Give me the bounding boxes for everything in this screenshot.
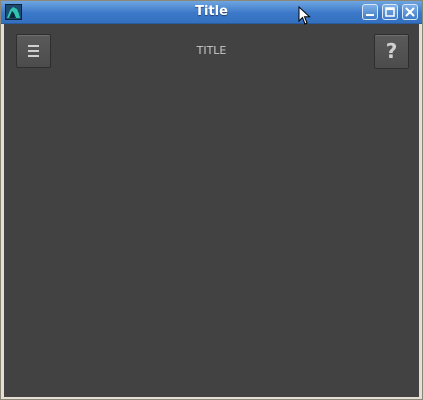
window-titlebar[interactable]: Title <box>1 1 422 24</box>
help-icon: ? <box>385 39 398 63</box>
help-button[interactable]: ? <box>374 34 409 69</box>
mouse-cursor-icon <box>298 6 311 25</box>
window-title: Title <box>195 4 228 19</box>
minimize-icon <box>366 14 374 16</box>
close-button[interactable] <box>402 4 418 20</box>
app-title: TITLE <box>196 44 227 57</box>
application-window: Title TITLE ? <box>0 0 423 400</box>
maximize-icon <box>385 7 395 17</box>
maximize-button[interactable] <box>382 4 398 20</box>
minimize-button[interactable] <box>362 4 378 20</box>
app-content-area: TITLE ? <box>4 24 419 397</box>
close-icon <box>405 7 415 17</box>
